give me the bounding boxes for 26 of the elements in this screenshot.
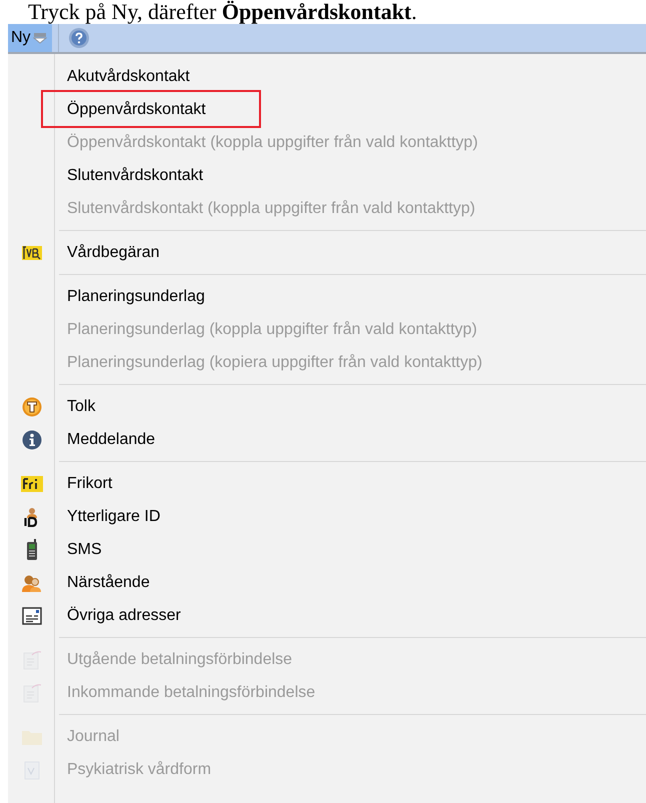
- menu-item[interactable]: Övriga adresser: [67, 604, 181, 628]
- letter-t-icon: [22, 396, 42, 416]
- dropdown-arrow-icon: [32, 31, 47, 45]
- vb-icon: [22, 244, 42, 260]
- caption: Tryck på Ny, därefter Öppenvårdskontakt.: [27, 0, 418, 24]
- document-icon: [22, 682, 42, 702]
- document-icon: [22, 760, 40, 780]
- document-icon: [22, 650, 42, 670]
- new-button[interactable]: Ny: [8, 24, 52, 52]
- menu-item[interactable]: Ytterligare ID: [67, 504, 160, 528]
- menu-item[interactable]: Frikort: [67, 472, 112, 496]
- menu-item[interactable]: Akutvårdskontakt: [67, 64, 190, 88]
- info-icon: [22, 430, 42, 450]
- mobile-phone-icon: [24, 538, 38, 560]
- address-card-icon: [22, 606, 42, 624]
- help-icon[interactable]: [68, 27, 90, 49]
- fri-icon: [20, 476, 42, 492]
- menu-item[interactable]: Vårdbegäran: [67, 240, 160, 264]
- menu-item[interactable]: Öppenvårdskontakt: [67, 98, 206, 122]
- menu-item[interactable]: SMS: [67, 538, 102, 562]
- menu-item[interactable]: Slutenvårdskontakt: [67, 164, 204, 188]
- menu-item[interactable]: Planeringsunderlag: [67, 284, 205, 308]
- menu-item[interactable]: Tolk: [67, 394, 96, 418]
- menu-item[interactable]: Närstående: [67, 570, 150, 594]
- people-icon: [20, 572, 42, 592]
- menu-item[interactable]: Meddelande: [67, 428, 156, 452]
